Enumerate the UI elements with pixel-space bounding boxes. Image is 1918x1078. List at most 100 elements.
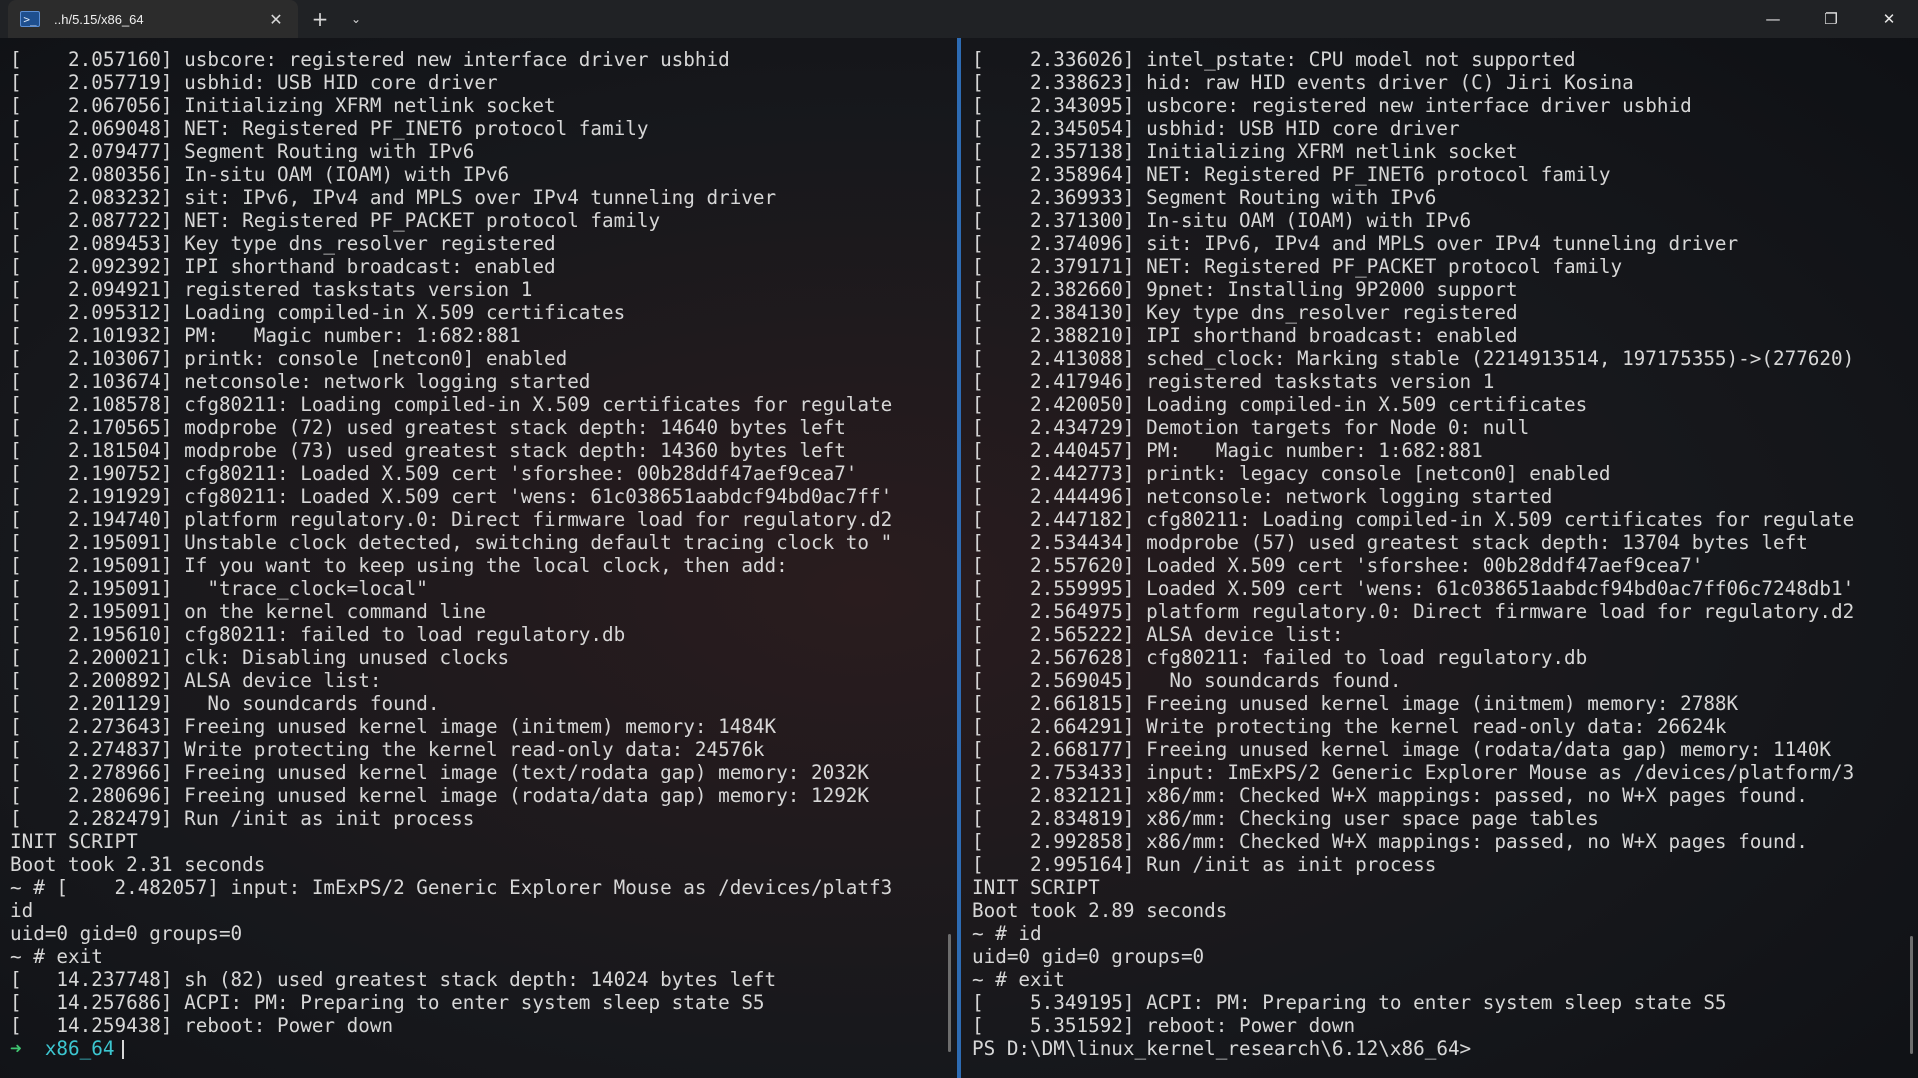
prompt-directory: x86_64: [44, 1037, 115, 1060]
terminal-line: [ 14.237748] sh (82) used greatest stack…: [10, 968, 777, 991]
scrollbar-left[interactable]: [948, 934, 951, 1052]
terminal-line: [ 2.190752] cfg80211: Loaded X.509 cert …: [10, 462, 858, 485]
terminal-line: [ 2.274837] Write protecting the kernel …: [10, 738, 765, 761]
terminal-line: PS D:\DM\linux_kernel_research\6.12\x86_…: [972, 1037, 1472, 1060]
maximize-button[interactable]: ❐: [1802, 0, 1860, 38]
tab-title: ..h/5.15/x86_64: [54, 11, 144, 27]
chevron-down-icon[interactable]: ⌄: [338, 12, 374, 26]
text-cursor: [122, 1040, 125, 1059]
pane-divider[interactable]: [957, 38, 961, 1078]
terminal-line: [ 2.345054] usbhid: USB HID core driver: [972, 117, 1460, 140]
terminal-line: [ 2.282479] Run /init as init process: [10, 807, 475, 830]
terminal-line: [ 2.388210] IPI shorthand broadcast: ena…: [972, 324, 1518, 347]
terminal-line: [ 2.668177] Freeing unused kernel image …: [972, 738, 1832, 761]
terminal-line: [ 2.559995] Loaded X.509 cert 'wens: 61c…: [972, 577, 1855, 600]
terminal-line: [ 2.181504] modprobe (73) used greatest …: [10, 439, 846, 462]
terminal-line: [ 14.257686] ACPI: PM: Preparing to ente…: [10, 991, 765, 1014]
terminal-pane-left[interactable]: [ 2.057160] usbcore: registered new inte…: [0, 38, 957, 1078]
terminal-line: [ 2.343095] usbcore: registered new inte…: [972, 94, 1692, 117]
terminal-output-left: [ 2.057160] usbcore: registered new inte…: [10, 38, 957, 1060]
terminal-line: [ 2.280696] Freeing unused kernel image …: [10, 784, 870, 807]
terminal-line: [ 2.434729] Demotion targets for Node 0:…: [972, 416, 1530, 439]
terminal-line: id: [10, 899, 34, 922]
tab-terminal[interactable]: >_ ..h/5.15/x86_64 ✕: [8, 0, 298, 38]
terminal-line: [ 2.413088] sched_clock: Marking stable …: [972, 347, 1855, 370]
terminal-line: [ 2.195091] "trace_clock=local": [10, 577, 428, 600]
terminal-line: [ 2.057160] usbcore: registered new inte…: [10, 48, 730, 71]
terminal-line: [ 2.444496] netconsole: network logging …: [972, 485, 1553, 508]
terminal-line: [ 2.834819] x86/mm: Checking user space …: [972, 807, 1599, 830]
terminal-line: [ 2.103674] netconsole: network logging …: [10, 370, 591, 393]
window-controls: — ❐ ✕: [1744, 0, 1918, 38]
terminal-line: Boot took 2.89 seconds: [972, 899, 1228, 922]
terminal-line: Boot took 2.31 seconds: [10, 853, 266, 876]
terminal-line: [ 2.108578] cfg80211: Loading compiled-i…: [10, 393, 893, 416]
terminal-line: INIT SCRIPT: [10, 830, 138, 853]
terminal-line: [ 2.079477] Segment Routing with IPv6: [10, 140, 475, 163]
terminal-line: [ 2.103067] printk: console [netcon0] en…: [10, 347, 568, 370]
terminal-line: [ 2.195091] Unstable clock detected, swi…: [10, 531, 893, 554]
terminal-output-right: [ 2.336026] intel_pstate: CPU model not …: [972, 38, 1918, 1060]
terminal-line: [ 2.080356] In-situ OAM (IOAM) with IPv6: [10, 163, 510, 186]
close-button[interactable]: ✕: [1860, 0, 1918, 38]
terminal-icon: >_: [20, 11, 40, 27]
terminal-line: [ 2.092392] IPI shorthand broadcast: ena…: [10, 255, 556, 278]
terminal-line: [ 2.374096] sit: IPv6, IPv4 and MPLS ove…: [972, 232, 1739, 255]
terminal-line: INIT SCRIPT: [972, 876, 1100, 899]
terminal-line: [ 2.534434] modprobe (57) used greatest …: [972, 531, 1808, 554]
terminal-line: [ 2.384130] Key type dns_resolver regist…: [972, 301, 1518, 324]
scrollbar-right[interactable]: [1910, 936, 1913, 1054]
terminal-line: [ 2.417946] registered taskstats version…: [972, 370, 1495, 393]
terminal-line: [ 2.567628] cfg80211: failed to load reg…: [972, 646, 1588, 669]
terminal-line: [ 2.995164] Run /init as init process: [972, 853, 1437, 876]
terminal-line: [ 2.089453] Key type dns_resolver regist…: [10, 232, 556, 255]
terminal-line: [ 2.358964] NET: Registered PF_INET6 pro…: [972, 163, 1611, 186]
terminal-line: [ 2.442773] printk: legacy console [netc…: [972, 462, 1611, 485]
terminal-line: [ 2.095312] Loading compiled-in X.509 ce…: [10, 301, 626, 324]
terminal-window: >_ ..h/5.15/x86_64 ✕ + ⌄ — ❐ ✕ [ 2.05716…: [0, 0, 1918, 1078]
terminal-line: [ 2.992858] x86/mm: Checked W+X mappings…: [972, 830, 1808, 853]
terminal-line: [ 5.349195] ACPI: PM: Preparing to enter…: [972, 991, 1727, 1014]
terminal-line: [ 2.664291] Write protecting the kernel …: [972, 715, 1727, 738]
terminal-line: [ 2.753433] input: ImExPS/2 Generic Expl…: [972, 761, 1855, 784]
terminal-line: [ 2.336026] intel_pstate: CPU model not …: [972, 48, 1576, 71]
terminal-line: uid=0 gid=0 groups=0: [10, 922, 243, 945]
terminal-line: [ 2.371300] In-situ OAM (IOAM) with IPv6: [972, 209, 1472, 232]
terminal-line: [ 2.201129] No soundcards found.: [10, 692, 440, 715]
title-bar: >_ ..h/5.15/x86_64 ✕ + ⌄ — ❐ ✕: [0, 0, 1918, 38]
terminal-line: [ 2.569045] No soundcards found.: [972, 669, 1402, 692]
terminal-line: [ 2.379171] NET: Registered PF_PACKET pr…: [972, 255, 1623, 278]
terminal-line: ~ # [ 2.482057] input: ImExPS/2 Generic …: [10, 876, 893, 899]
terminal-line: [ 2.083232] sit: IPv6, IPv4 and MPLS ove…: [10, 186, 777, 209]
new-tab-button[interactable]: +: [302, 7, 338, 31]
terminal-line: [ 2.195091] If you want to keep using th…: [10, 554, 788, 577]
terminal-line: [ 2.564975] platform regulatory.0: Direc…: [972, 600, 1855, 623]
terminal-pane-right[interactable]: [ 2.336026] intel_pstate: CPU model not …: [962, 38, 1918, 1078]
terminal-line: [ 2.191929] cfg80211: Loaded X.509 cert …: [10, 485, 893, 508]
terminal-line: [ 2.357138] Initializing XFRM netlink so…: [972, 140, 1518, 163]
terminal-line: [ 2.194740] platform regulatory.0: Direc…: [10, 508, 893, 531]
terminal-line: [ 2.661815] Freeing unused kernel image …: [972, 692, 1739, 715]
terminal-line: [ 2.067056] Initializing XFRM netlink so…: [10, 94, 556, 117]
terminal-line: [ 2.101932] PM: Magic number: 1:682:881: [10, 324, 521, 347]
terminal-line: [ 2.087722] NET: Registered PF_PACKET pr…: [10, 209, 661, 232]
terminal-line: [ 2.440457] PM: Magic number: 1:682:881: [972, 439, 1483, 462]
close-tab-icon[interactable]: ✕: [266, 10, 286, 29]
terminal-line: [ 2.273643] Freeing unused kernel image …: [10, 715, 777, 738]
terminal-line: [ 2.832121] x86/mm: Checked W+X mappings…: [972, 784, 1808, 807]
terminal-line: [ 2.338623] hid: raw HID events driver (…: [972, 71, 1634, 94]
terminal-line: [ 14.259438] reboot: Power down: [10, 1014, 394, 1037]
terminal-line: [ 2.170565] modprobe (72) used greatest …: [10, 416, 846, 439]
terminal-line: [ 2.420050] Loading compiled-in X.509 ce…: [972, 393, 1588, 416]
terminal-line: [ 2.278966] Freeing unused kernel image …: [10, 761, 870, 784]
terminal-line: [ 2.447182] cfg80211: Loading compiled-i…: [972, 508, 1855, 531]
terminal-line: [ 2.382660] 9pnet: Installing 9P2000 sup…: [972, 278, 1518, 301]
terminal-line: [ 2.069048] NET: Registered PF_INET6 pro…: [10, 117, 649, 140]
terminal-line: [ 5.351592] reboot: Power down: [972, 1014, 1356, 1037]
minimize-button[interactable]: —: [1744, 0, 1802, 38]
terminal-line: ~ # id: [972, 922, 1042, 945]
terminal-line: [ 2.369933] Segment Routing with IPv6: [972, 186, 1437, 209]
terminal-line: [ 2.094921] registered taskstats version…: [10, 278, 533, 301]
prompt-line[interactable]: ➜ x86_64: [10, 1037, 957, 1060]
terminal-line: ~ # exit: [972, 968, 1065, 991]
